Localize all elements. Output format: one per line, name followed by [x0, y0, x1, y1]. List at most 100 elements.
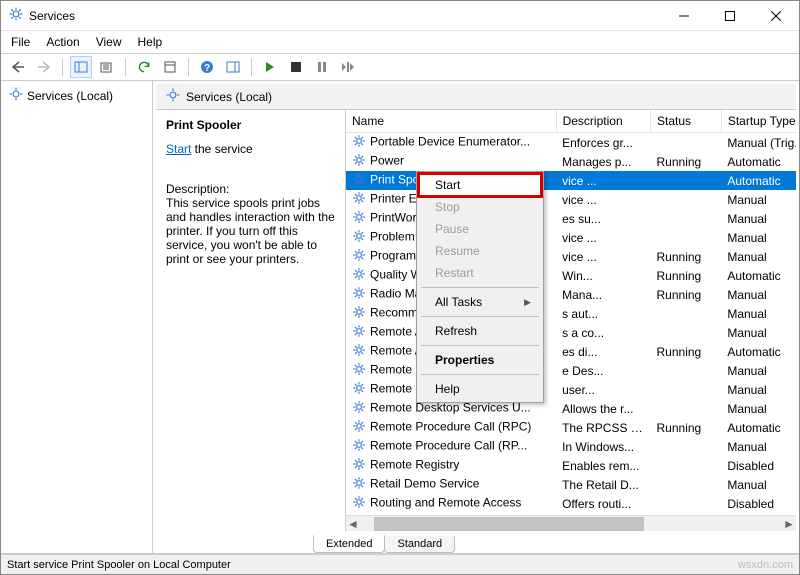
scroll-right-icon[interactable]: ►: [782, 517, 796, 531]
ctx-stop[interactable]: Stop: [419, 196, 541, 218]
title-bar: Services: [1, 1, 799, 31]
tab-standard[interactable]: Standard: [384, 536, 455, 553]
properties-button[interactable]: [159, 56, 181, 78]
service-gear-icon: [352, 172, 366, 189]
service-row[interactable]: Remote As a co...ManualLocal Sy: [346, 323, 796, 342]
ctx-help[interactable]: Help: [419, 378, 541, 400]
start-service-button[interactable]: [259, 56, 281, 78]
detail-heading: Print Spooler: [166, 118, 335, 132]
ctx-separator: [421, 287, 539, 288]
service-gear-icon: [352, 400, 366, 417]
pause-service-button[interactable]: [311, 56, 333, 78]
gear-icon: [9, 87, 23, 104]
tree-root-item[interactable]: Services (Local): [4, 84, 149, 107]
submenu-arrow-icon: ▶: [524, 297, 531, 308]
service-row[interactable]: Remote Desktop Services U...Allows the r…: [346, 399, 796, 418]
service-row[interactable]: Radio ManMana...RunningManualLocal Sy: [346, 285, 796, 304]
menu-action[interactable]: Action: [46, 35, 79, 49]
stop-service-button[interactable]: [285, 56, 307, 78]
service-row[interactable]: Print Spoovice ...AutomaticLocal Sy: [346, 171, 796, 190]
ctx-separator: [421, 316, 539, 317]
service-row[interactable]: PowerManages p...RunningAutomaticLocal S…: [346, 152, 796, 171]
col-name[interactable]: Name: [346, 110, 556, 133]
service-gear-icon: [352, 305, 366, 322]
col-startup[interactable]: Startup Type: [721, 110, 796, 133]
tab-extended[interactable]: Extended: [313, 535, 385, 553]
services-window: Services File Action View Help ?: [0, 0, 800, 575]
service-gear-icon: [352, 248, 366, 265]
status-text: Start service Print Spooler on Local Com…: [7, 559, 231, 571]
service-row[interactable]: Recommes aut...ManualLocal Sy: [346, 304, 796, 323]
ctx-resume[interactable]: Resume: [419, 240, 541, 262]
scroll-left-icon[interactable]: ◄: [346, 517, 360, 531]
ctx-start[interactable]: Start: [419, 174, 541, 196]
service-row[interactable]: Quality WWin...RunningAutomaticLocal Sy: [346, 266, 796, 285]
restart-service-button[interactable]: [337, 56, 359, 78]
service-row[interactable]: PrintWorkes su...ManualLocal Sy: [346, 209, 796, 228]
column-headers[interactable]: Name Description Status Startup Type Log…: [346, 110, 796, 133]
show-hide-tree-button[interactable]: [70, 56, 92, 78]
ctx-all-tasks[interactable]: All Tasks▶: [419, 291, 541, 313]
service-gear-icon: [352, 476, 366, 493]
service-gear-icon: [352, 324, 366, 341]
start-service-link[interactable]: Start: [166, 142, 191, 156]
start-suffix: the service: [191, 142, 252, 156]
service-gear-icon: [352, 343, 366, 360]
watermark: wsxdn.com: [738, 559, 793, 571]
service-row[interactable]: Portable Device Enumerator...Enforces gr…: [346, 133, 796, 153]
service-gear-icon: [352, 134, 366, 151]
horizontal-scrollbar[interactable]: ◄ ►: [346, 515, 796, 531]
ctx-refresh[interactable]: Refresh: [419, 320, 541, 342]
ctx-separator: [421, 345, 539, 346]
service-row[interactable]: Routing and Remote AccessOffers routi...…: [346, 494, 796, 513]
ctx-properties[interactable]: Properties: [419, 349, 541, 371]
back-button[interactable]: [7, 56, 29, 78]
export-button[interactable]: [96, 56, 118, 78]
console-tree[interactable]: Services (Local): [1, 81, 153, 553]
service-row[interactable]: Remote RegistryEnables rem...DisabledLoc…: [346, 456, 796, 475]
service-row[interactable]: Remote Aes di...RunningAutomaticLocal Sy: [346, 342, 796, 361]
window-title: Services: [29, 9, 75, 23]
body: Services (Local) Services (Local) Print …: [1, 81, 799, 554]
col-status[interactable]: Status: [651, 110, 722, 133]
service-gear-icon: [352, 191, 366, 208]
service-row[interactable]: Remote De Des...ManualLocal Sy: [346, 361, 796, 380]
ctx-pause[interactable]: Pause: [419, 218, 541, 240]
right-pane-title: Services (Local): [186, 90, 272, 104]
service-row[interactable]: Remote Procedure Call (RPC)The RPCSS s..…: [346, 418, 796, 437]
service-gear-icon: [352, 362, 366, 379]
service-row[interactable]: Printer Extvice ...ManualLocal Sy: [346, 190, 796, 209]
scroll-thumb[interactable]: [374, 517, 644, 531]
description-text: This service spools print jobs and handl…: [166, 196, 335, 266]
service-gear-icon: [352, 153, 366, 170]
app-icon: [9, 7, 23, 24]
service-row[interactable]: Program Cvice ...RunningManualLocal Sy: [346, 247, 796, 266]
close-button[interactable]: [753, 1, 799, 30]
gear-icon: [166, 88, 180, 105]
service-row[interactable]: Retail Demo ServiceThe Retail D...Manual…: [346, 475, 796, 494]
service-row[interactable]: Remote Procedure Call (RP...In Windows..…: [346, 437, 796, 456]
refresh-button[interactable]: [133, 56, 155, 78]
service-gear-icon: [352, 210, 366, 227]
toolbar: ?: [1, 53, 799, 81]
menu-view[interactable]: View: [96, 35, 122, 49]
services-list[interactable]: Name Description Status Startup Type Log…: [346, 110, 796, 531]
description-label: Description:: [166, 182, 335, 196]
menu-help[interactable]: Help: [138, 35, 163, 49]
col-description[interactable]: Description: [556, 110, 650, 133]
service-row[interactable]: Problem Rvice ...ManualLocal Sy: [346, 228, 796, 247]
menu-file[interactable]: File: [11, 35, 30, 49]
service-row[interactable]: Remote Duser...ManualNetwor: [346, 380, 796, 399]
show-hide-action-pane-button[interactable]: [222, 56, 244, 78]
forward-button[interactable]: [33, 56, 55, 78]
ctx-restart[interactable]: Restart: [419, 262, 541, 284]
maximize-button[interactable]: [707, 1, 753, 30]
status-bar: Start service Print Spooler on Local Com…: [1, 554, 799, 574]
service-gear-icon: [352, 286, 366, 303]
service-gear-icon: [352, 495, 366, 512]
menu-bar: File Action View Help: [1, 31, 799, 53]
right-pane-header: Services (Local): [156, 84, 796, 110]
minimize-button[interactable]: [661, 1, 707, 30]
tree-root-label: Services (Local): [27, 89, 113, 103]
help-button[interactable]: ?: [196, 56, 218, 78]
